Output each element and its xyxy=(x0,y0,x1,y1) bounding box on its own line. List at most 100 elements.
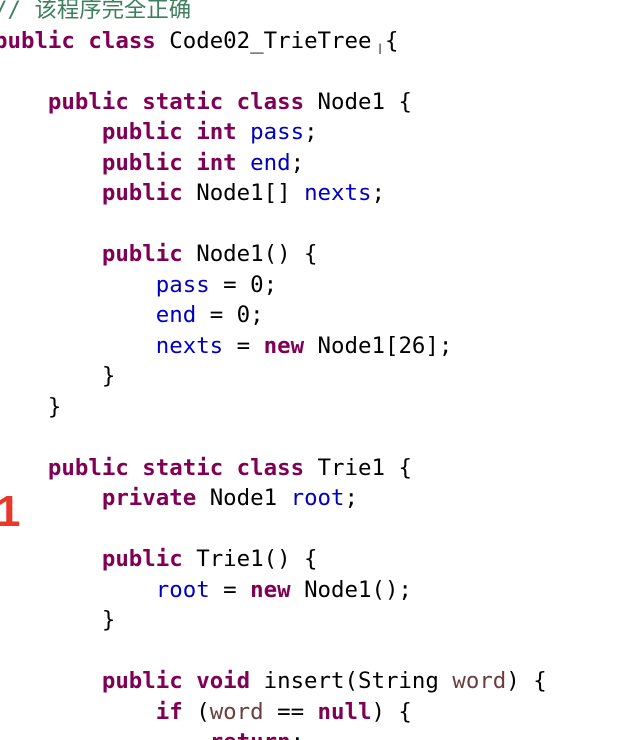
code-line[interactable]: if (word == null) { xyxy=(0,697,412,727)
code-token-field: root xyxy=(290,485,345,511)
code-token-plain: ) { xyxy=(371,698,412,725)
code-token-kw: int xyxy=(196,149,237,176)
code-token-kw: public xyxy=(47,88,129,115)
code-token-param: word xyxy=(452,668,507,694)
code-token-field: root xyxy=(155,576,210,603)
code-line[interactable]: public Trie1() { xyxy=(0,544,318,574)
code-token-plain: Node1(); xyxy=(290,576,412,603)
code-token-comment: // 该程序完全正确 xyxy=(0,0,192,23)
code-token-kw: public xyxy=(101,546,183,572)
code-token-plain: Node1[26]; xyxy=(304,332,453,359)
code-token-kw: new xyxy=(263,332,305,359)
code-token-kw: static xyxy=(142,454,224,481)
code-token-plain: } xyxy=(0,607,116,633)
code-line[interactable]: private Node1 root; xyxy=(0,483,358,513)
code-token-plain: = xyxy=(223,332,264,359)
code-line[interactable]: pass = 0; xyxy=(0,270,277,300)
code-token-kw: void xyxy=(196,668,251,694)
code-editor[interactable]: // 该程序完全正确 public class Code02_TrieTree {… xyxy=(0,0,644,740)
code-token-plain: == xyxy=(263,698,318,725)
code-token-kw: if xyxy=(155,698,183,725)
code-token-kw: private xyxy=(101,485,197,511)
code-token-plain: = 0; xyxy=(209,271,278,298)
code-token-kw: public xyxy=(101,119,183,145)
code-token-plain: insert(String xyxy=(250,668,453,694)
code-line[interactable]: // 该程序完全正确 xyxy=(0,0,191,25)
code-token-plain: Node1 { xyxy=(304,88,412,115)
code-line[interactable]: end = 0; xyxy=(0,300,264,330)
code-token-plain: Node1 xyxy=(196,485,291,511)
code-token-kw: static xyxy=(142,88,224,115)
code-token-field: end xyxy=(155,302,197,328)
code-token-plain: Node1() { xyxy=(182,241,318,267)
code-token-kw: return xyxy=(210,729,291,740)
code-line[interactable]: nexts = new Node1[26]; xyxy=(0,331,453,361)
code-token-plain: ; xyxy=(344,485,358,511)
code-line[interactable]: root = new Node1(); xyxy=(0,575,412,605)
code-line[interactable]: public class Code02_TrieTree { xyxy=(0,26,398,56)
code-line[interactable]: public Node1[] nexts; xyxy=(0,178,385,208)
code-token-param: word xyxy=(209,698,264,725)
code-token-kw: class xyxy=(236,88,305,115)
code-token-kw: public xyxy=(101,180,183,206)
code-token-kw: public xyxy=(47,454,129,481)
code-token-field: nexts xyxy=(155,332,224,359)
code-token-plain: } xyxy=(0,363,116,389)
code-token-plain: Trie1 { xyxy=(304,454,412,481)
code-token-plain: ( xyxy=(182,698,210,725)
code-line[interactable]: } xyxy=(0,392,62,422)
code-token-plain: = xyxy=(209,576,251,603)
code-line[interactable]: public int pass; xyxy=(0,117,318,147)
code-token-plain: Code02_TrieTree { xyxy=(155,27,399,54)
code-token-plain: ; xyxy=(304,119,318,145)
code-token-kw: public xyxy=(101,241,183,267)
code-token-plain: ) { xyxy=(506,668,547,694)
code-token-plain: Trie1() { xyxy=(182,546,318,572)
code-line[interactable]: } xyxy=(0,361,116,391)
code-line[interactable]: return; xyxy=(0,727,304,740)
code-line[interactable]: public static class Node1 { xyxy=(0,87,412,117)
code-token-plain: = 0; xyxy=(196,302,264,328)
code-token-field: pass xyxy=(250,119,305,145)
text-cursor-icon: I xyxy=(378,42,383,58)
code-line[interactable]: public Node1() { xyxy=(0,239,318,269)
code-line[interactable]: public int end; xyxy=(0,148,304,178)
code-line[interactable]: public void insert(String word) { xyxy=(0,666,547,696)
code-line[interactable]: public static class Trie1 { xyxy=(0,453,412,483)
code-token-kw: class xyxy=(236,454,305,481)
code-token-field: end xyxy=(250,149,291,176)
code-token-plain: } xyxy=(0,393,62,420)
code-token-kw: class xyxy=(88,27,156,54)
code-token-kw: public xyxy=(101,668,183,694)
code-token-plain: Node1[] xyxy=(182,180,305,206)
code-token-kw: null xyxy=(317,698,372,725)
code-token-plain: ; xyxy=(291,729,304,740)
code-token-kw: public xyxy=(101,149,183,176)
code-token-kw: public xyxy=(0,27,75,54)
gutter-marker: 1 xyxy=(0,487,21,536)
code-token-plain: ; xyxy=(371,180,385,206)
code-line[interactable]: } xyxy=(0,605,116,635)
code-token-kw: int xyxy=(196,119,237,145)
